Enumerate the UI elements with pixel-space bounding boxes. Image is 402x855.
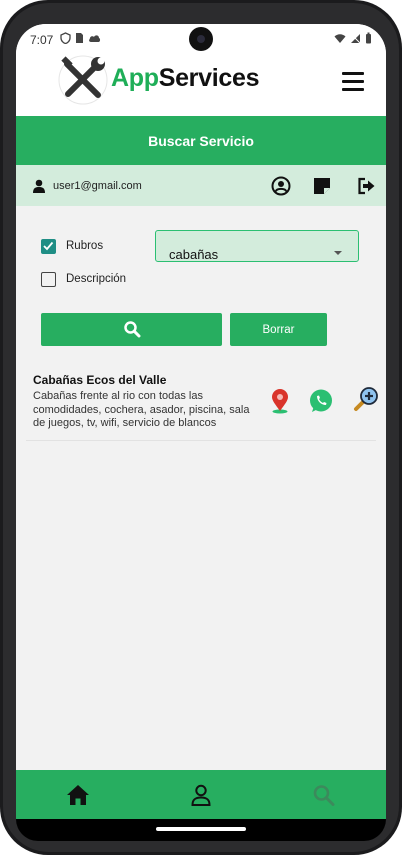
- app-screen: 7:07 AppServices Buscar Servicio user1@g…: [16, 24, 386, 819]
- zoom-in-icon[interactable]: [353, 386, 379, 412]
- app-title-part1: App: [111, 64, 159, 92]
- bottom-navigation: [16, 770, 386, 819]
- sim-card-icon: [76, 33, 83, 43]
- rubro-select[interactable]: cabañas: [155, 230, 359, 262]
- logout-icon[interactable]: [357, 176, 377, 196]
- status-time: 7:07: [30, 33, 54, 47]
- cloud-icon: [89, 35, 101, 42]
- status-notification-icons: [60, 32, 101, 44]
- home-icon[interactable]: [66, 784, 90, 806]
- result-list-item[interactable]: Cabañas Ecos del Valle Cabañas frente al…: [26, 364, 379, 441]
- clear-button[interactable]: Borrar: [230, 313, 327, 346]
- rubros-checkbox[interactable]: [41, 239, 56, 254]
- search-icon[interactable]: [312, 784, 336, 806]
- status-bar: 7:07: [16, 24, 386, 54]
- rubros-label: Rubros: [66, 240, 104, 252]
- rubro-select-value: cabañas: [169, 247, 219, 262]
- user-email: user1@gmail.com: [53, 180, 142, 192]
- check-icon: [43, 241, 54, 251]
- page-title-banner: Buscar Servicio: [16, 116, 386, 165]
- app-header: AppServices: [16, 54, 386, 116]
- chevron-down-icon: [334, 251, 342, 255]
- search-button[interactable]: [41, 313, 222, 346]
- result-description: Cabañas frente al rio con todas las como…: [33, 390, 250, 429]
- wrench-screwdriver-logo: [58, 55, 108, 105]
- result-title: Cabañas Ecos del Valle: [33, 373, 167, 387]
- user-icon[interactable]: [189, 784, 213, 806]
- hamburger-menu-icon[interactable]: [342, 72, 364, 92]
- wifi-icon: [334, 33, 346, 43]
- search-icon: [124, 321, 141, 338]
- user-bar: user1@gmail.com: [16, 165, 386, 206]
- user-small-icon: [33, 179, 45, 193]
- page-title: Buscar Servicio: [148, 132, 254, 149]
- descripcion-checkbox[interactable]: [41, 272, 56, 287]
- app-title: AppServices: [111, 64, 259, 93]
- status-system-icons: [334, 32, 372, 44]
- account-circle-icon[interactable]: [271, 176, 291, 196]
- shield-icon: [60, 32, 71, 44]
- clear-button-label: Borrar: [262, 323, 295, 336]
- signal-icon: [350, 33, 361, 43]
- note-icon[interactable]: [312, 176, 332, 196]
- app-title-part2: Services: [158, 64, 260, 92]
- battery-icon: [366, 32, 371, 44]
- map-pin-icon[interactable]: [267, 388, 293, 414]
- descripcion-label: Descripción: [66, 273, 127, 285]
- front-camera: [189, 27, 213, 51]
- home-gesture-bar[interactable]: [156, 827, 246, 831]
- whatsapp-icon[interactable]: [308, 388, 334, 414]
